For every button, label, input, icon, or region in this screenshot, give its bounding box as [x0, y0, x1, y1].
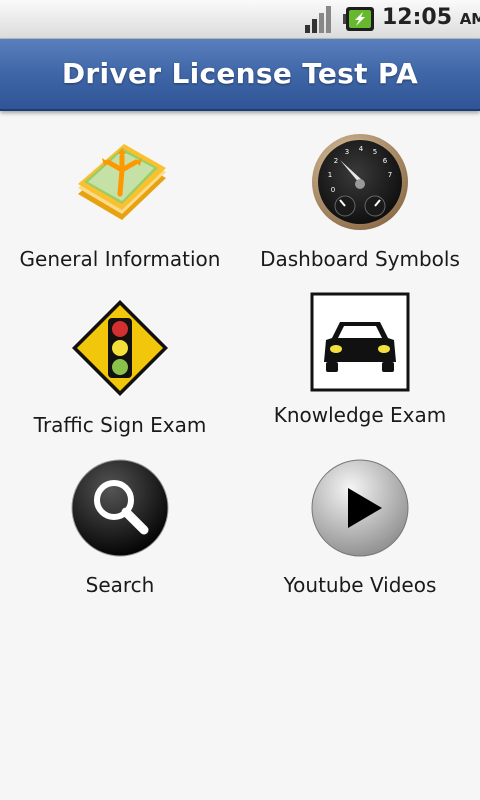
svg-text:2: 2	[334, 157, 338, 165]
svg-text:0: 0	[331, 186, 335, 194]
svg-text:6: 6	[383, 157, 388, 165]
menu-item-general-information[interactable]: General Information	[0, 132, 240, 282]
signal-icon	[305, 6, 331, 33]
clock: 12:05 AM	[382, 5, 480, 30]
app-bar: Driver License Test PA	[0, 39, 480, 111]
svg-text:3: 3	[345, 148, 349, 156]
clock-time: 12:05	[382, 5, 453, 30]
status-bar: 12:05 AM	[0, 0, 480, 39]
battery-charging-icon	[343, 7, 374, 31]
car-icon	[310, 292, 410, 392]
app-title: Driver License Test PA	[61, 57, 419, 90]
play-icon	[311, 459, 409, 557]
clock-ampm: AM	[459, 10, 480, 28]
menu-item-label: General Information	[19, 247, 221, 271]
menu-item-knowledge-exam[interactable]: Knowledge Exam	[240, 292, 480, 442]
book-directions-icon	[78, 144, 166, 220]
menu-item-label: Search	[85, 573, 155, 597]
svg-text:5: 5	[373, 148, 377, 156]
menu-item-traffic-sign-exam[interactable]: Traffic Sign Exam	[0, 298, 240, 448]
menu-item-youtube-videos[interactable]: Youtube Videos	[240, 458, 480, 608]
menu-item-search[interactable]: Search	[0, 458, 240, 608]
menu-item-label: Traffic Sign Exam	[33, 413, 207, 437]
menu-item-label: Knowledge Exam	[273, 403, 447, 427]
menu-item-label: Dashboard Symbols	[260, 247, 460, 271]
svg-text:1: 1	[328, 171, 332, 179]
search-icon	[71, 459, 169, 557]
menu-item-label: Youtube Videos	[283, 573, 437, 597]
menu-item-dashboard-symbols[interactable]: 0 1 2 3 4 5 6 7 Dashboard Symbols	[240, 132, 480, 282]
speedometer-icon: 0 1 2 3 4 5 6 7	[312, 134, 408, 230]
svg-text:4: 4	[359, 145, 364, 153]
traffic-light-sign-icon	[72, 300, 168, 396]
svg-text:7: 7	[388, 171, 392, 179]
